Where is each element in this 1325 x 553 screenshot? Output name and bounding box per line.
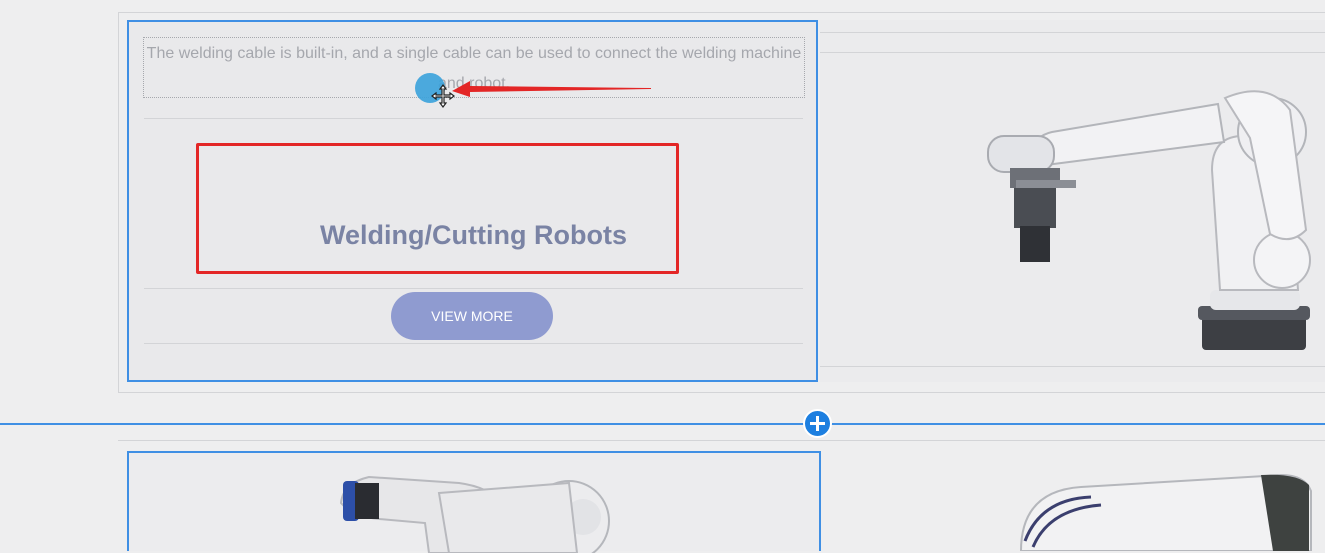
collaborative-robot-arm-image[interactable] [129, 453, 819, 553]
widget-divider [144, 288, 803, 289]
section-separator[interactable] [0, 423, 1325, 425]
image-column[interactable] [820, 20, 1325, 382]
next-section-top-border [118, 440, 1325, 441]
painting-robot-arm-image[interactable] [821, 451, 1325, 551]
view-more-button[interactable]: VIEW MORE [391, 292, 553, 340]
widget-divider [144, 118, 803, 119]
bottom-right-column[interactable] [819, 451, 1325, 551]
widget-divider [144, 343, 803, 344]
section-top-border [118, 12, 1325, 13]
section-bottom-border [118, 392, 1325, 393]
bottom-left-column[interactable] [127, 451, 819, 553]
plus-icon [810, 416, 825, 431]
annotation-arrow [452, 81, 651, 97]
add-section-button[interactable] [803, 409, 832, 438]
industrial-robot-arm-image[interactable] [820, 20, 1325, 382]
section-left-border [118, 12, 119, 392]
heading-highlight-box [196, 143, 679, 274]
